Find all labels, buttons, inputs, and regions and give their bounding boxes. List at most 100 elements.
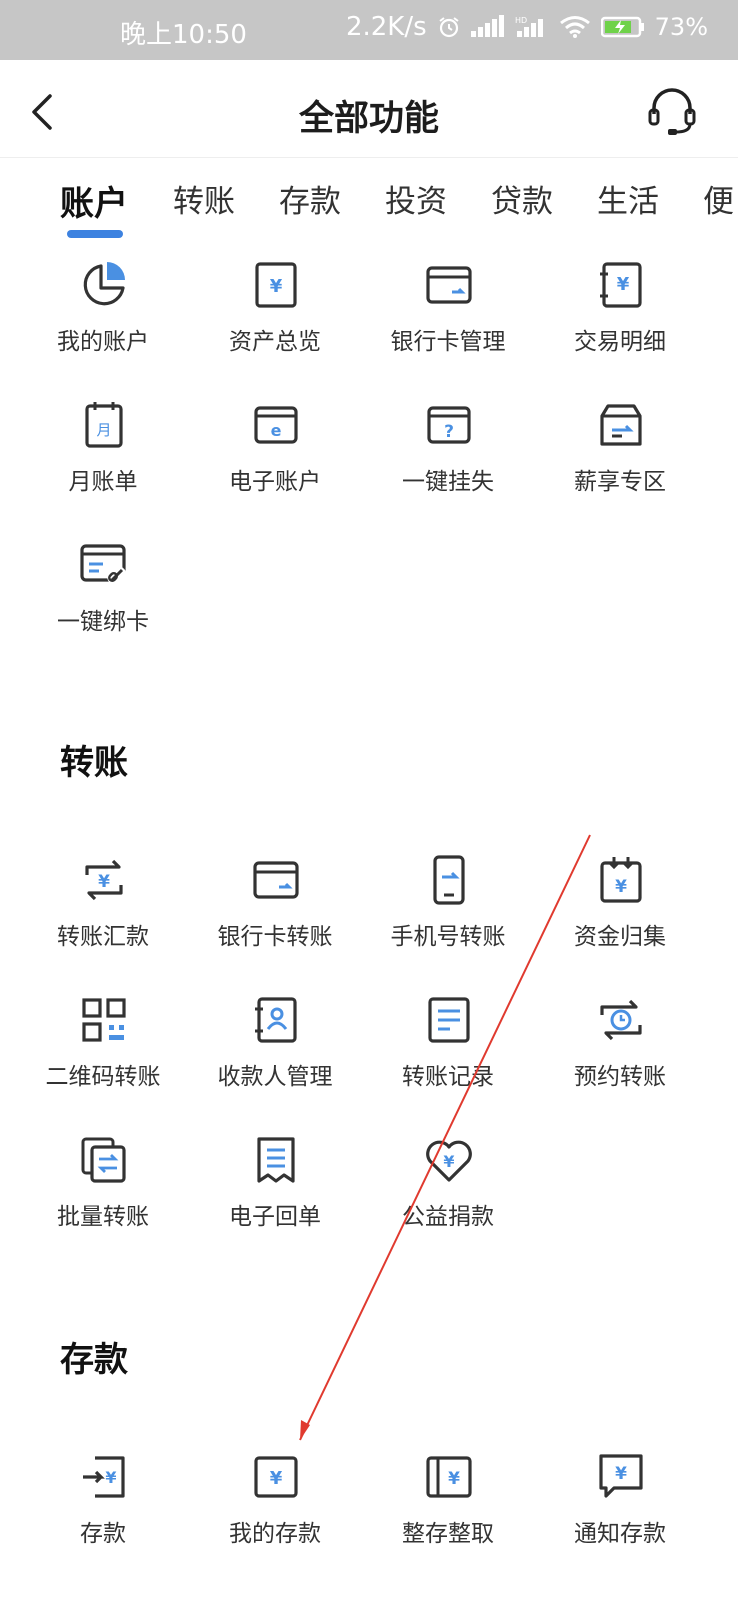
- svg-text:¥: ¥: [617, 274, 630, 295]
- status-right: 2.2K/s HD 73%: [346, 12, 708, 42]
- grid-item-label: 电子回单: [229, 1204, 321, 1230]
- grid-item-label: 转账汇款: [57, 924, 149, 950]
- svg-text:¥: ¥: [448, 1469, 460, 1489]
- grid-item-label: 月账单: [68, 469, 138, 495]
- svg-text:¥: ¥: [615, 1464, 627, 1484]
- batch-transfer-icon: [81, 1137, 126, 1183]
- yuan-notebook-icon: ¥: [600, 262, 642, 308]
- section-title-transfer: 转账: [60, 743, 128, 783]
- tab-account[interactable]: 账户: [60, 176, 128, 225]
- salary-box-icon: [600, 404, 642, 446]
- grid-item-e-receipt[interactable]: 电子回单: [187, 1135, 363, 1255]
- scheduled-transfer-icon: [600, 999, 642, 1041]
- fund-collect-icon: ¥: [600, 857, 642, 903]
- grid-item-lump-sum-deposit[interactable]: ¥ 整存整取: [360, 1452, 536, 1572]
- grid-item-transaction-detail[interactable]: ¥ 交易明细: [532, 260, 708, 380]
- tab-investment[interactable]: 投资: [385, 176, 447, 221]
- grid-item-label: 我的账户: [57, 329, 149, 355]
- page-title: 全部功能: [298, 99, 439, 139]
- grid-item-e-account[interactable]: e 电子账户: [187, 400, 363, 520]
- svg-text:?: ?: [444, 422, 454, 442]
- yuan-book-icon: ¥: [426, 1456, 472, 1498]
- grid-item-deposit[interactable]: ¥ 存款: [15, 1452, 191, 1572]
- svg-text:¥: ¥: [98, 872, 110, 892]
- grid-item-payee-manage[interactable]: 收款人管理: [187, 995, 363, 1115]
- status-time: 晚上10:50: [120, 20, 247, 50]
- network-speed: 2.2K/s: [345, 12, 427, 42]
- svg-text:¥: ¥: [615, 877, 627, 897]
- grid-item-salary-zone[interactable]: 薪享专区: [532, 400, 708, 520]
- svg-text:¥: ¥: [105, 1468, 116, 1487]
- grid-item-label: 电子账户: [229, 469, 321, 495]
- grid-item-label: 批量转账: [57, 1204, 149, 1230]
- tab-transfer[interactable]: 转账: [173, 176, 235, 221]
- grid-item-label: 收款人管理: [217, 1064, 333, 1090]
- headset-icon[interactable]: [646, 86, 698, 138]
- svg-text:¥: ¥: [270, 1468, 283, 1489]
- grid-item-asset-overview[interactable]: ¥ 资产总览: [187, 260, 363, 380]
- grid-item-charity-donation[interactable]: ¥ 公益捐款: [360, 1135, 536, 1255]
- grid-item-monthly-bill[interactable]: 月 月账单: [15, 400, 191, 520]
- svg-text:e: e: [271, 421, 282, 440]
- section-title-deposit: 存款: [60, 1340, 128, 1380]
- tab-loan[interactable]: 贷款: [491, 176, 553, 221]
- grid-item-label: 资产总览: [229, 329, 321, 355]
- svg-text:¥: ¥: [443, 1152, 454, 1171]
- grid-item-report-loss[interactable]: ? 一键挂失: [360, 400, 536, 520]
- grid-item-bind-card[interactable]: 一键绑卡: [15, 540, 191, 660]
- card-link-icon: [80, 544, 127, 586]
- grid-item-label: 二维码转账: [45, 1064, 161, 1090]
- deposit-in-icon: ¥: [83, 1456, 125, 1498]
- grid-item-label: 薪享专区: [574, 469, 666, 495]
- grid-item-label: 银行卡管理: [390, 329, 506, 355]
- grid-item-qr-transfer[interactable]: 二维码转账: [15, 995, 191, 1115]
- grid-item-transfer-record[interactable]: 转账记录: [360, 995, 536, 1115]
- wifi-icon: [559, 16, 590, 38]
- nav-bar: 全部功能: [0, 60, 738, 158]
- grid-item-label: 整存整取: [402, 1521, 494, 1547]
- grid-item-batch-transfer[interactable]: 批量转账: [15, 1135, 191, 1255]
- transfer-cycle-icon: ¥: [85, 859, 123, 901]
- grid-item-phone-transfer[interactable]: 手机号转账: [360, 855, 536, 975]
- bank-card-icon: [426, 266, 472, 304]
- grid-item-my-deposit[interactable]: ¥ 我的存款: [187, 1452, 363, 1572]
- yuan-document-icon: ¥: [254, 1456, 298, 1498]
- record-list-icon: [428, 997, 470, 1043]
- grid-item-notice-deposit[interactable]: ¥ 通知存款: [532, 1452, 708, 1572]
- grid-item-label: 交易明细: [574, 329, 666, 355]
- grid-item-label: 一键绑卡: [57, 609, 149, 635]
- signal-hd-icon: HD: [515, 16, 543, 37]
- grid-item-label: 手机号转账: [390, 924, 506, 950]
- bank-card-icon: [253, 861, 299, 899]
- signal-icon: [470, 15, 504, 37]
- grid-item-fund-collect[interactable]: ¥ 资金归集: [532, 855, 708, 975]
- calendar-month-icon: 月: [85, 402, 123, 448]
- grid-item-my-account[interactable]: 我的账户: [15, 260, 191, 380]
- tab-deposit[interactable]: 存款: [279, 176, 341, 221]
- battery-percent: 73%: [654, 13, 708, 41]
- status-bar: 晚上10:50 2.2K/s HD 73%: [0, 0, 738, 60]
- heart-yuan-icon: ¥: [426, 1140, 472, 1182]
- question-card-icon: ?: [427, 406, 471, 444]
- battery-icon: [600, 16, 644, 38]
- grid-item-scheduled-transfer[interactable]: 预约转账: [532, 995, 708, 1115]
- grid-item-bank-card-transfer[interactable]: 银行卡转账: [187, 855, 363, 975]
- svg-text:¥: ¥: [270, 276, 283, 297]
- alarm-icon: [439, 17, 459, 38]
- grid-item-label: 预约转账: [574, 1064, 666, 1090]
- e-card-icon: e: [254, 406, 298, 444]
- tab-life[interactable]: 生活: [597, 176, 659, 221]
- grid-item-bank-card-manage[interactable]: 银行卡管理: [360, 260, 536, 380]
- grid-item-transfer-remit[interactable]: ¥ 转账汇款: [15, 855, 191, 975]
- pie-chart-icon: [83, 262, 125, 306]
- contact-book-icon: [255, 997, 297, 1043]
- qr-code-icon: [82, 998, 126, 1042]
- receipt-icon: [257, 1137, 295, 1183]
- tab-active-indicator: [67, 230, 123, 238]
- phone-icon: [433, 855, 465, 905]
- grid-item-label: 通知存款: [574, 1521, 666, 1547]
- tab-convenience[interactable]: 便: [703, 176, 734, 221]
- grid-item-label: 存款: [80, 1521, 126, 1547]
- grid-item-label: 资金归集: [574, 924, 666, 950]
- category-tabs: 账户 转账 存款 投资 贷款 生活 便: [0, 158, 738, 248]
